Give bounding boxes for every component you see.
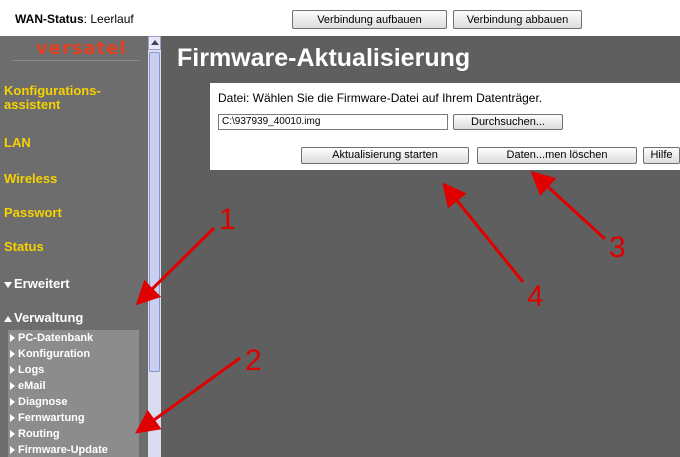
help-button[interactable]: Hilfe — [643, 147, 680, 164]
submenu-item-firmware-update[interactable]: Firmware-Update — [10, 444, 108, 456]
connect-button[interactable]: Verbindung aufbauen — [292, 10, 447, 29]
sidebar-item-label: Konfigurations- — [4, 83, 101, 98]
start-update-button[interactable]: Aktualisierung starten — [301, 147, 469, 164]
wan-status: WAN-Status: Leerlauf — [15, 12, 134, 26]
submenu-label: PC-Datenbank — [18, 332, 94, 344]
arrow-right-icon — [10, 334, 15, 343]
instruction-text: Datei: Wählen Sie die Firmware-Datei auf… — [218, 91, 543, 105]
submenu-label: Firmware-Update — [18, 444, 108, 456]
submenu-item-logs[interactable]: Logs — [10, 364, 44, 376]
submenu-item-diagnose[interactable]: Diagnose — [10, 396, 68, 408]
scroll-up-arrow-icon[interactable] — [148, 36, 161, 50]
main-content: Firmware-Aktualisierung Datei: Wählen Si… — [161, 36, 680, 457]
submenu-item-fernwartung[interactable]: Fernwartung — [10, 412, 85, 424]
sidebar-item-passwort[interactable]: Passwort — [4, 205, 62, 220]
submenu-label: eMail — [18, 380, 46, 392]
submenu-label: Routing — [18, 428, 60, 440]
submenu-label: Logs — [18, 364, 45, 376]
firmware-file-field[interactable]: C:\937939_40010.img — [218, 114, 448, 130]
sidebar-item-verwaltung[interactable]: Verwaltung — [4, 310, 83, 325]
submenu-label: Fernwartung — [18, 412, 85, 424]
submenu-item-konfiguration[interactable]: Konfiguration — [10, 348, 90, 360]
disconnect-button[interactable]: Verbindung abbauen — [453, 10, 582, 29]
submenu-item-email[interactable]: eMail — [10, 380, 46, 392]
sidebar-item-wireless[interactable]: Wireless — [4, 171, 57, 186]
sidebar-item-label: Erweitert — [14, 276, 70, 291]
expand-arrow-icon — [4, 315, 12, 322]
submenu-label: Diagnose — [18, 396, 68, 408]
sidebar-item-label: assistent — [4, 97, 61, 112]
annotation-number-4: 4 — [527, 280, 544, 313]
sidebar: versatel Konfigurations- assistent LAN W… — [0, 36, 148, 457]
logo-area: versatel — [0, 36, 148, 64]
top-bar: WAN-Status: Leerlauf Verbindung aufbauen… — [0, 0, 680, 36]
arrow-right-icon — [10, 350, 15, 359]
page-title: Firmware-Aktualisierung — [177, 44, 471, 72]
scrollbar-thumb[interactable] — [149, 52, 160, 372]
logo-divider — [12, 60, 140, 61]
verwaltung-submenu: PC-Datenbank Konfiguration Logs eMail Di… — [8, 330, 139, 457]
versatel-logo: versatel — [36, 38, 127, 59]
sidebar-item-status[interactable]: Status — [4, 239, 44, 254]
collapse-arrow-icon — [4, 281, 12, 288]
annotation-number-1: 1 — [219, 203, 236, 236]
arrow-right-icon — [10, 366, 15, 375]
sidebar-item-erweitert[interactable]: Erweitert — [4, 276, 70, 291]
annotation-number-2: 2 — [245, 344, 262, 377]
arrow-right-icon — [10, 430, 15, 439]
submenu-item-pc-datenbank[interactable]: PC-Datenbank — [10, 332, 93, 344]
sidebar-item-label: Verwaltung — [14, 310, 84, 325]
sidebar-item-konfigurationsassistent[interactable]: Konfigurations- assistent — [4, 84, 101, 112]
browse-button[interactable]: Durchsuchen... — [453, 114, 563, 130]
submenu-item-routing[interactable]: Routing — [10, 428, 60, 440]
arrow-right-icon — [10, 398, 15, 407]
annotation-number-3: 3 — [609, 231, 626, 264]
sidebar-scrollbar[interactable] — [148, 36, 161, 457]
wan-status-value: Leerlauf — [90, 12, 134, 26]
firmware-panel: Datei: Wählen Sie die Firmware-Datei auf… — [210, 83, 680, 170]
arrow-right-icon — [10, 446, 15, 455]
submenu-label: Konfiguration — [18, 348, 91, 360]
wan-status-label: WAN-Status — [15, 12, 84, 26]
sidebar-item-lan[interactable]: LAN — [4, 135, 31, 150]
delete-data-button[interactable]: Daten...men löschen — [477, 147, 637, 164]
arrow-right-icon — [10, 414, 15, 423]
arrow-right-icon — [10, 382, 15, 391]
